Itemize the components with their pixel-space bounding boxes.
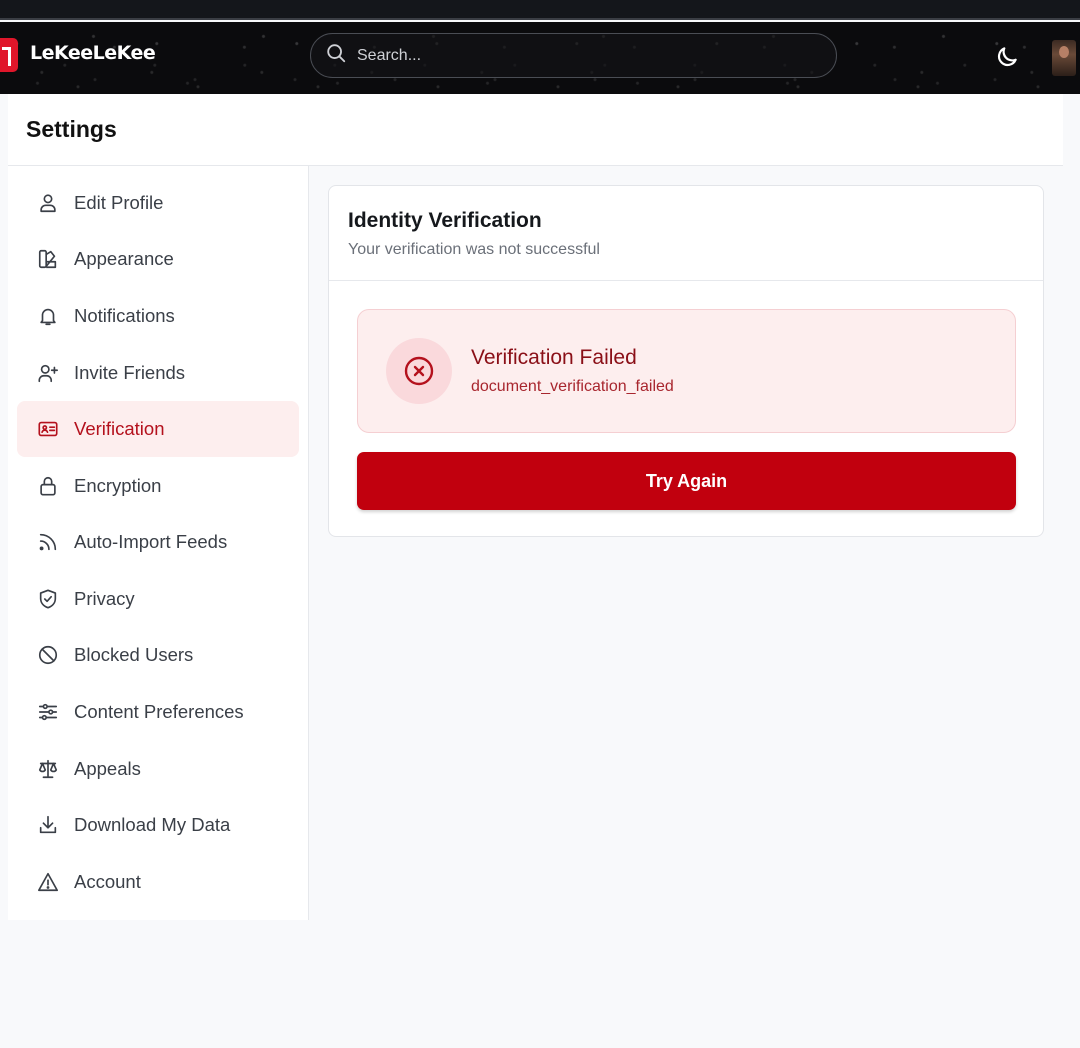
shield-check-icon: [37, 588, 59, 610]
sidebar-item-invite-friends[interactable]: Invite Friends: [17, 345, 299, 401]
sidebar-item-label: Verification: [74, 418, 165, 439]
sidebar-item-label: Auto-Import Feeds: [74, 531, 228, 552]
scale-icon: [37, 758, 59, 780]
sidebar-item-blocked-users[interactable]: Blocked Users: [17, 627, 299, 683]
sidebar-item-appeals[interactable]: Appeals: [17, 741, 299, 797]
ban-icon: [37, 644, 59, 666]
sidebar-item-label: Download My Data: [74, 814, 231, 835]
rss-icon: [37, 531, 59, 553]
sidebar-item-content-preferences[interactable]: Content Preferences: [17, 684, 299, 740]
id-card-icon: [37, 418, 59, 440]
sidebar-item-label: Invite Friends: [74, 362, 186, 383]
card-header: Identity Verification Your verification …: [329, 186, 1043, 281]
identity-verification-card: Identity Verification Your verification …: [328, 185, 1044, 537]
sidebar-item-label: Notifications: [74, 305, 175, 326]
sidebar-item-label: Encryption: [74, 475, 162, 496]
sidebar-item-label: Privacy: [74, 588, 135, 609]
avatar[interactable]: [1052, 40, 1076, 76]
settings-header: Settings: [8, 94, 1063, 166]
search-bar[interactable]: [310, 33, 837, 78]
sidebar-item-verification[interactable]: Verification: [17, 401, 299, 457]
sliders-icon: [37, 701, 59, 723]
settings-sidebar: Edit Profile Appearance Notifications In…: [8, 166, 309, 920]
card-title: Identity Verification: [348, 209, 542, 232]
sidebar-item-label: Appeals: [74, 758, 141, 779]
search-input[interactable]: [357, 46, 797, 65]
warning-triangle-icon: [37, 871, 59, 893]
sidebar-item-download-my-data[interactable]: Download My Data: [17, 797, 299, 853]
user-plus-icon: [37, 362, 59, 384]
download-icon: [37, 814, 59, 836]
card-subtitle: Your verification was not successful: [348, 241, 600, 258]
sidebar-item-encryption[interactable]: Encryption: [17, 458, 299, 514]
verification-failed-alert: Verification Failed document_verificatio…: [357, 309, 1016, 433]
sidebar-item-label: Account: [74, 871, 141, 892]
sidebar-item-appearance[interactable]: Appearance: [17, 231, 299, 287]
sidebar-item-label: Content Preferences: [74, 701, 244, 722]
logo-text[interactable]: LeKeeLeKee: [30, 42, 156, 64]
logo-icon[interactable]: [0, 38, 18, 72]
sidebar-item-auto-import-feeds[interactable]: Auto-Import Feeds: [17, 514, 299, 570]
lock-icon: [37, 475, 59, 497]
sidebar-item-privacy[interactable]: Privacy: [17, 571, 299, 627]
moon-icon[interactable]: [994, 44, 1020, 70]
user-icon: [37, 192, 59, 214]
sidebar-item-notifications[interactable]: Notifications: [17, 288, 299, 344]
sidebar-item-label: Edit Profile: [74, 192, 164, 213]
alert-error-code: document_verification_failed: [471, 378, 674, 395]
palette-icon: [37, 248, 59, 270]
sidebar-item-label: Blocked Users: [74, 644, 194, 665]
sidebar-item-account[interactable]: Account: [17, 854, 299, 910]
app-header: LeKeeLeKee: [0, 22, 1080, 94]
bell-icon: [37, 305, 59, 327]
browser-top-strip: [0, 0, 1080, 20]
search-icon: [325, 42, 347, 69]
page-title: Settings: [26, 116, 117, 142]
sidebar-item-edit-profile[interactable]: Edit Profile: [17, 175, 299, 231]
x-circle-icon: [386, 338, 452, 404]
alert-title: Verification Failed: [471, 346, 637, 369]
try-again-button[interactable]: Try Again: [357, 452, 1016, 510]
sidebar-item-label: Appearance: [74, 248, 174, 269]
